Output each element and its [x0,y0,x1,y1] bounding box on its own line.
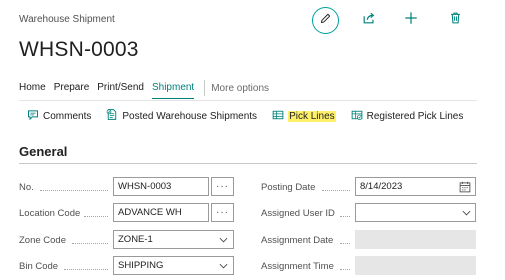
page-title: WHSN-0003 [19,38,139,61]
no-lookup-button[interactable]: ··· [211,177,234,196]
registered-pick-lines-label: Registered Pick Lines [366,110,464,122]
assignment-date-dots [340,243,350,244]
share-button[interactable] [360,11,378,29]
action-bar: Home Prepare Print/Send Shipment More op… [19,78,269,99]
assigned-user-id-field[interactable] [355,203,476,222]
assignment-time-field [355,256,476,275]
comments-button[interactable]: Comments [27,109,91,124]
pencil-icon [319,12,332,30]
add-icon [404,11,418,30]
chevron-down-icon[interactable] [461,208,471,218]
chevron-down-icon[interactable] [218,261,228,271]
posted-warehouse-shipments-label: Posted Warehouse Shipments [122,110,258,122]
tab-print-send[interactable]: Print/Send [97,79,144,97]
assignment-date-field [355,230,476,249]
edit-button[interactable] [312,7,339,34]
delete-button[interactable] [446,11,464,29]
bin-code-dots [64,269,108,270]
section-divider [19,163,477,164]
tab-prepare[interactable]: Prepare [54,79,90,97]
zone-code-field[interactable]: ZONE-1 [113,230,234,249]
assigned-user-id-label: Assigned User ID [261,208,335,219]
no-dots [40,190,108,191]
pick-lines-label: Pick Lines [288,110,336,122]
posted-document-icon [106,108,122,124]
section-title-general: General [19,144,68,159]
calendar-icon[interactable] [459,180,471,193]
action-bar-divider [19,100,477,101]
location-code-dots [84,216,108,217]
page-caption: Warehouse Shipment [19,14,115,25]
assignment-time-label: Assignment Time [261,261,334,272]
tab-home[interactable]: Home [19,79,46,97]
no-field[interactable]: WHSN-0003 [113,177,209,196]
no-label: No. [19,182,34,193]
more-options-button[interactable]: More options [211,83,269,94]
tab-separator [204,80,206,96]
zone-code-label: Zone Code [19,235,67,246]
assignment-date-label: Assignment Date [261,235,334,246]
assignment-time-dots [340,269,350,270]
bin-code-field[interactable]: SHIPPING [113,256,234,275]
pick-lines-icon [272,109,288,124]
command-bar: Comments Posted Warehouse Shipments Pick… [27,108,478,124]
comment-icon [27,109,43,124]
location-code-label: Location Code [19,208,81,219]
header-actions [312,7,487,35]
registered-pick-lines-button[interactable]: Registered Pick Lines [351,109,464,124]
pick-lines-button[interactable]: Pick Lines [272,109,336,124]
add-button[interactable] [402,11,420,29]
zone-code-dots [72,243,108,244]
share-icon [362,11,376,30]
assigned-user-id-dots [340,216,350,217]
location-code-field[interactable]: ADVANCE WH [113,203,209,222]
bin-code-label: Bin Code [19,261,59,272]
posting-date-dots [322,190,350,191]
posting-date-label: Posting Date [261,182,316,193]
posting-date-field[interactable]: 8/14/2023 [355,177,476,196]
comments-label: Comments [43,110,92,122]
chevron-down-icon[interactable] [218,235,228,245]
delete-icon [449,11,462,30]
location-code-lookup-button[interactable]: ··· [211,203,234,222]
posted-warehouse-shipments-button[interactable]: Posted Warehouse Shipments [106,108,257,124]
registered-lines-icon [351,109,367,124]
tab-shipment[interactable]: Shipment [151,79,195,99]
